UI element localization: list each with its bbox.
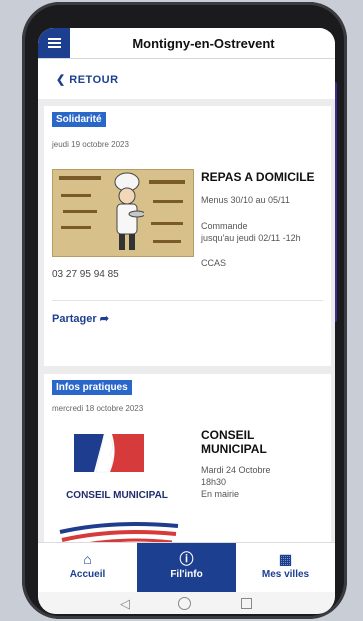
- back-bar: ❮ RETOUR: [38, 59, 335, 99]
- logo-caption: CONSEIL MUNICIPAL: [66, 490, 168, 501]
- post-line: Mardi 24 Octobre: [201, 465, 271, 475]
- news-card[interactable]: Solidarité jeudi 19 octobre 2023 REPAS A…: [44, 106, 331, 366]
- post-date: mercredi 18 octobre 2023: [52, 404, 144, 413]
- post-line: jusqu'au jeudi 02/11 -12h: [201, 233, 301, 243]
- post-phone: 03 27 95 94 85: [52, 269, 119, 280]
- hamburger-icon: [47, 38, 61, 48]
- info-icon: ⓘ: [179, 551, 194, 567]
- post-title: CONSEIL: [201, 428, 255, 442]
- tab-label: Fil'info: [170, 569, 203, 580]
- chevron-left-icon: ❮: [56, 74, 66, 86]
- post-line: 18h30: [201, 477, 227, 487]
- post-title: REPAS A DOMICILE: [201, 170, 315, 184]
- system-nav-bar: ◁: [38, 592, 335, 614]
- system-back-icon[interactable]: ◁: [120, 596, 130, 612]
- post-line: CCAS: [201, 258, 227, 268]
- share-button[interactable]: Partager ➦: [52, 312, 109, 325]
- share-label: Partager: [52, 313, 97, 325]
- post-line: Commande: [201, 221, 248, 231]
- app-screen: Montigny-en-Ostrevent ❮ RETOUR Solidarit…: [38, 28, 335, 614]
- home-icon: ⌂: [83, 551, 92, 567]
- post-date: jeudi 19 octobre 2023: [52, 140, 129, 149]
- divider: [52, 300, 323, 301]
- post-line: En mairie: [201, 489, 240, 499]
- post-line: Menus 30/10 au 05/11: [201, 195, 290, 205]
- tab-filinfo[interactable]: ⓘ Fil'info: [137, 543, 236, 593]
- category-badge: Infos pratiques: [52, 380, 132, 395]
- bottom-nav: ⌂ Accueil ⓘ Fil'info ▦ Mes villes: [38, 542, 335, 593]
- tab-mes-villes[interactable]: ▦ Mes villes: [236, 543, 335, 593]
- chef-illustration: [114, 172, 144, 250]
- back-button[interactable]: ❮ RETOUR: [56, 73, 119, 86]
- back-label: RETOUR: [69, 74, 119, 86]
- app-title: Montigny-en-Ostrevent: [132, 36, 275, 51]
- post-title-cont: MUNICIPAL: [201, 442, 267, 456]
- share-arrow-icon: ➦: [99, 313, 109, 325]
- tab-home[interactable]: ⌂ Accueil: [38, 543, 137, 593]
- top-bar: Montigny-en-Ostrevent: [38, 28, 335, 59]
- post-image[interactable]: [52, 169, 194, 257]
- menu-button[interactable]: [38, 28, 70, 58]
- system-recents-icon[interactable]: [241, 598, 252, 609]
- tab-label: Mes villes: [261, 569, 310, 580]
- building-icon: ▦: [278, 551, 293, 567]
- category-badge: Solidarité: [52, 112, 106, 127]
- tab-label: Accueil: [69, 569, 106, 580]
- system-home-icon[interactable]: [178, 597, 191, 610]
